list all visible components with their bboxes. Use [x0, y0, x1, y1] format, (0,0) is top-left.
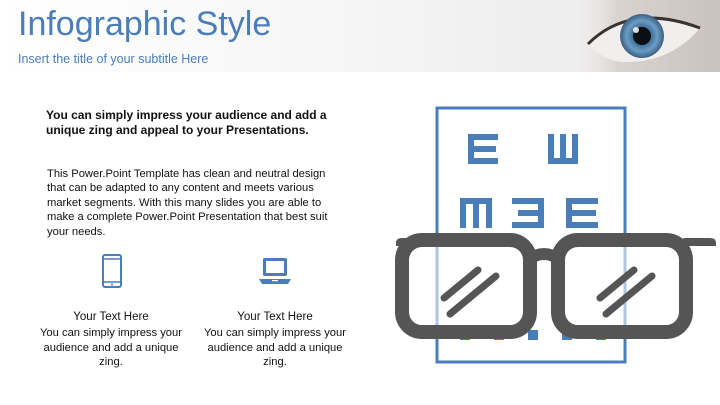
eye-chart-row-1 [468, 134, 578, 164]
eye-chart-illustration [395, 106, 716, 364]
page-title: Infographic Style [18, 5, 272, 43]
body-paragraph: This Power.Point Template has clean and … [47, 168, 328, 238]
eye-chart-row-2 [460, 198, 598, 228]
glasses-icon [395, 233, 716, 339]
page-subtitle: Insert the title of your subtitle Here [18, 52, 209, 66]
laptop-icon [259, 258, 291, 284]
feature-heading: Your Text Here [237, 311, 313, 323]
feature-text: You can simply impress your audience and… [40, 327, 182, 369]
lead-paragraph: You can simply impress your audience and… [46, 108, 327, 137]
feature-text: You can simply impress your audience and… [204, 327, 346, 369]
feature-column-1: Your Text Here You can simply impress yo… [36, 310, 186, 370]
eye-image [560, 0, 720, 72]
feature-heading: Your Text Here [73, 311, 149, 323]
smartphone-icon [102, 254, 122, 288]
feature-column-2: Your Text Here You can simply impress yo… [200, 310, 350, 370]
